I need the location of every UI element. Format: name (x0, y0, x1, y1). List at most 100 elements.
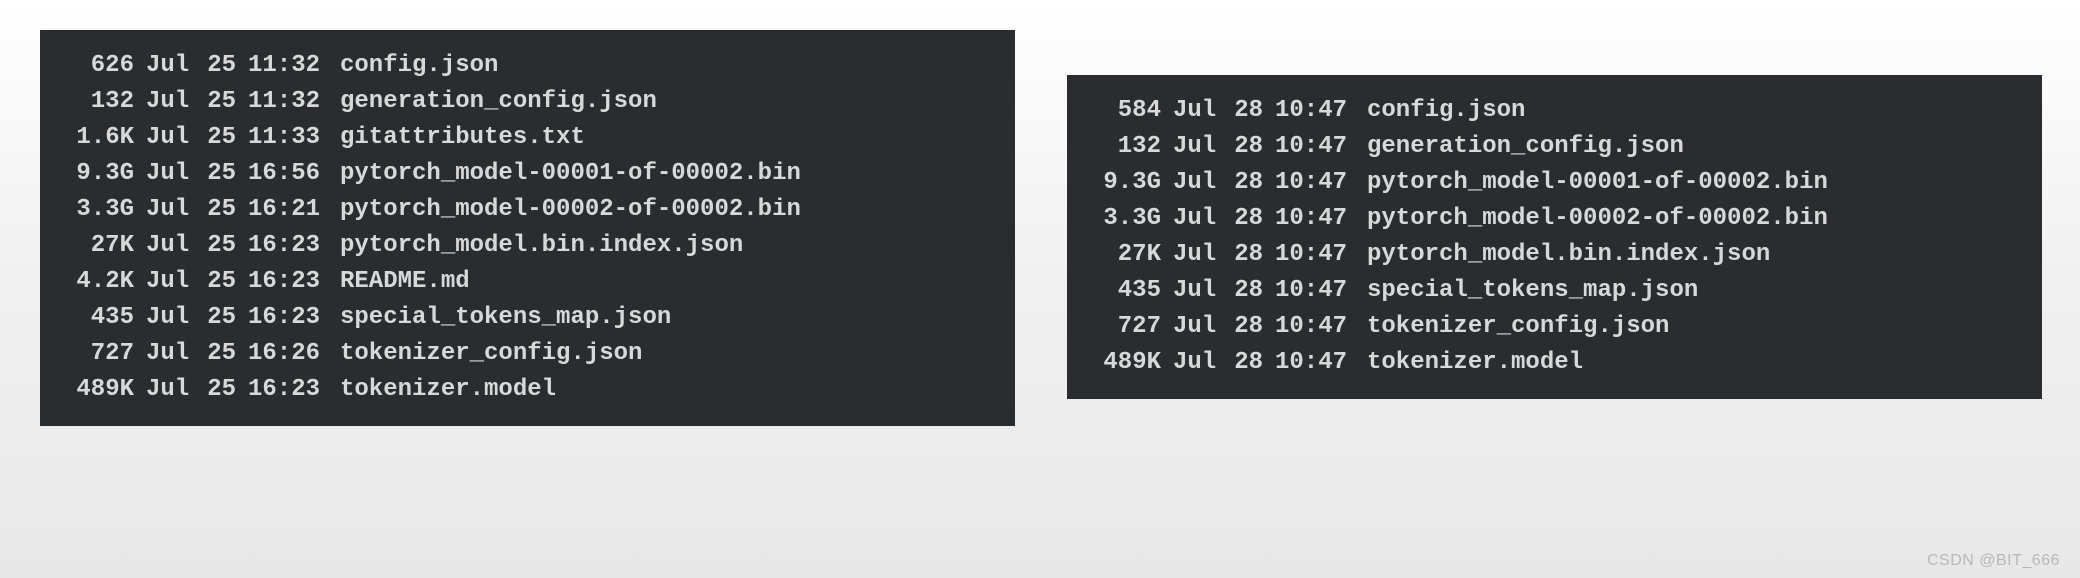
file-month: Jul (134, 48, 194, 84)
file-size: 27K (1091, 237, 1161, 273)
file-month: Jul (134, 120, 194, 156)
watermark-text: CSDN @BIT_666 (1927, 552, 2060, 570)
file-row: 489KJul2516:23tokenizer.model (64, 372, 991, 408)
file-day: 25 (194, 156, 236, 192)
file-name: pytorch_model-00001-of-00002.bin (1355, 165, 1828, 201)
file-row: 489KJul2810:47tokenizer.model (1091, 345, 2018, 381)
file-month: Jul (1161, 93, 1221, 129)
file-name: config.json (1355, 93, 1525, 129)
file-size: 4.2K (64, 264, 134, 300)
file-row: 3.3GJul2516:21pytorch_model-00002-of-000… (64, 192, 991, 228)
file-row: 9.3GJul2516:56pytorch_model-00001-of-000… (64, 156, 991, 192)
file-month: Jul (134, 336, 194, 372)
file-size: 435 (1091, 273, 1161, 309)
file-day: 25 (194, 336, 236, 372)
file-row: 3.3GJul2810:47pytorch_model-00002-of-000… (1091, 201, 2018, 237)
file-day: 25 (194, 192, 236, 228)
file-month: Jul (1161, 345, 1221, 381)
file-name: pytorch_model-00002-of-00002.bin (1355, 201, 1828, 237)
file-size: 435 (64, 300, 134, 336)
file-row: 27KJul2516:23pytorch_model.bin.index.jso… (64, 228, 991, 264)
file-month: Jul (1161, 237, 1221, 273)
file-name: tokenizer_config.json (1355, 309, 1669, 345)
file-month: Jul (1161, 129, 1221, 165)
file-name: generation_config.json (1355, 129, 1684, 165)
file-row: 435Jul2810:47special_tokens_map.json (1091, 273, 2018, 309)
file-row: 727Jul2516:26tokenizer_config.json (64, 336, 991, 372)
file-row: 9.3GJul2810:47pytorch_model-00001-of-000… (1091, 165, 2018, 201)
file-day: 25 (194, 120, 236, 156)
file-time: 11:33 (236, 120, 328, 156)
file-size: 1.6K (64, 120, 134, 156)
file-name: pytorch_model.bin.index.json (1355, 237, 1770, 273)
file-size: 9.3G (64, 156, 134, 192)
file-month: Jul (134, 300, 194, 336)
terminal-output-left: 626Jul2511:32config.json132Jul2511:32gen… (40, 30, 1015, 426)
file-time: 10:47 (1263, 237, 1355, 273)
file-month: Jul (134, 84, 194, 120)
file-size: 584 (1091, 93, 1161, 129)
file-day: 25 (194, 84, 236, 120)
file-name: tokenizer.model (1355, 345, 1583, 381)
file-month: Jul (134, 192, 194, 228)
file-time: 16:21 (236, 192, 328, 228)
file-row: 4.2KJul2516:23README.md (64, 264, 991, 300)
file-month: Jul (1161, 201, 1221, 237)
file-time: 16:23 (236, 372, 328, 408)
file-time: 10:47 (1263, 309, 1355, 345)
file-month: Jul (1161, 273, 1221, 309)
file-time: 10:47 (1263, 345, 1355, 381)
file-time: 16:23 (236, 228, 328, 264)
file-time: 11:32 (236, 48, 328, 84)
file-day: 25 (194, 300, 236, 336)
file-day: 28 (1221, 93, 1263, 129)
file-day: 25 (194, 372, 236, 408)
file-time: 16:26 (236, 336, 328, 372)
file-row: 132Jul2511:32generation_config.json (64, 84, 991, 120)
file-month: Jul (1161, 165, 1221, 201)
file-name: tokenizer.model (328, 372, 556, 408)
file-month: Jul (1161, 309, 1221, 345)
terminal-output-right: 584Jul2810:47config.json132Jul2810:47gen… (1067, 75, 2042, 399)
file-name: README.md (328, 264, 470, 300)
file-day: 28 (1221, 309, 1263, 345)
file-time: 11:32 (236, 84, 328, 120)
file-row: 626Jul2511:32config.json (64, 48, 991, 84)
file-row: 727Jul2810:47tokenizer_config.json (1091, 309, 2018, 345)
file-size: 9.3G (1091, 165, 1161, 201)
file-name: gitattributes.txt (328, 120, 585, 156)
file-row: 435Jul2516:23special_tokens_map.json (64, 300, 991, 336)
file-month: Jul (134, 228, 194, 264)
file-name: generation_config.json (328, 84, 657, 120)
file-size: 3.3G (1091, 201, 1161, 237)
file-day: 28 (1221, 201, 1263, 237)
file-day: 28 (1221, 237, 1263, 273)
file-name: pytorch_model-00001-of-00002.bin (328, 156, 801, 192)
file-time: 16:23 (236, 300, 328, 336)
file-name: tokenizer_config.json (328, 336, 642, 372)
file-day: 25 (194, 264, 236, 300)
file-time: 16:23 (236, 264, 328, 300)
file-size: 727 (1091, 309, 1161, 345)
file-day: 28 (1221, 129, 1263, 165)
file-size: 727 (64, 336, 134, 372)
file-name: special_tokens_map.json (328, 300, 671, 336)
file-month: Jul (134, 156, 194, 192)
file-name: pytorch_model.bin.index.json (328, 228, 743, 264)
file-name: config.json (328, 48, 498, 84)
file-time: 10:47 (1263, 129, 1355, 165)
file-row: 584Jul2810:47config.json (1091, 93, 2018, 129)
file-time: 10:47 (1263, 273, 1355, 309)
file-time: 10:47 (1263, 165, 1355, 201)
file-size: 489K (64, 372, 134, 408)
file-size: 132 (1091, 129, 1161, 165)
file-day: 28 (1221, 345, 1263, 381)
file-name: special_tokens_map.json (1355, 273, 1698, 309)
file-row: 132Jul2810:47generation_config.json (1091, 129, 2018, 165)
file-day: 28 (1221, 273, 1263, 309)
file-row: 1.6KJul2511:33gitattributes.txt (64, 120, 991, 156)
file-day: 25 (194, 48, 236, 84)
file-month: Jul (134, 372, 194, 408)
file-size: 626 (64, 48, 134, 84)
file-time: 10:47 (1263, 93, 1355, 129)
